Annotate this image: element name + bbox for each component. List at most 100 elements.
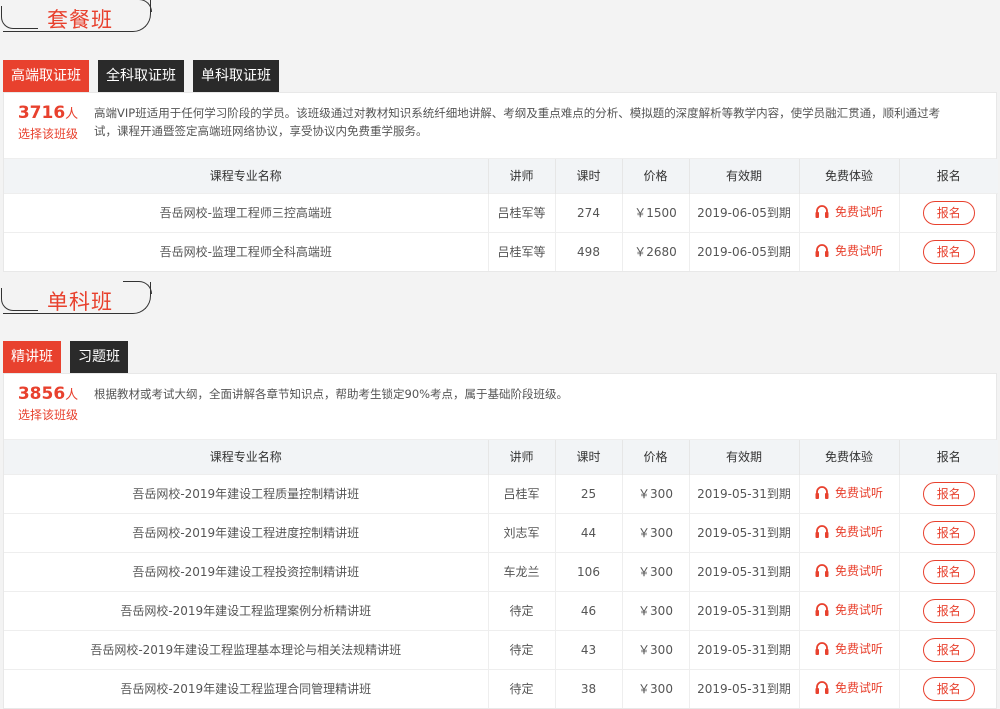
course-table-body: 吾岳网校-2019年建设工程质量控制精讲班 吕桂军 25 ￥300 2019-0…	[4, 473, 998, 708]
enroll-cell: 报名	[899, 629, 998, 669]
headphones-icon	[815, 563, 829, 578]
free-trial-link[interactable]: 免费试听	[815, 203, 883, 220]
header-enroll: 报名	[899, 159, 998, 193]
free-trial-link[interactable]: 免费试听	[815, 679, 883, 696]
trial-cell: 免费试听	[799, 668, 900, 708]
header-free-trial: 免费体验	[799, 159, 900, 193]
teacher: 吕桂军等	[488, 231, 556, 271]
header-hours: 课时	[555, 159, 623, 193]
course-name: 吾岳网校-2019年建设工程投资控制精讲班	[4, 551, 489, 591]
hours: 46	[555, 590, 623, 630]
header-free-trial: 免费体验	[799, 440, 900, 474]
trial-cell: 免费试听	[799, 473, 900, 513]
count-unit: 人	[65, 388, 79, 403]
table-row: 吾岳网校-监理工程师全科高端班 吕桂军等 498 ￥2680 2019-06-0…	[4, 231, 998, 271]
header-teacher: 讲师	[488, 440, 556, 474]
single-panel: 3856人 选择该班级 根据教材或考试大纲，全面讲解各章节知识点，帮助考生锁定9…	[3, 373, 998, 709]
enroll-button[interactable]: 报名	[922, 200, 975, 225]
hours: 43	[555, 629, 623, 669]
header-hours: 课时	[555, 440, 623, 474]
free-trial-link[interactable]: 免费试听	[815, 562, 883, 579]
count-label: 选择该班级	[17, 127, 78, 141]
headphones-icon	[815, 485, 829, 500]
validity: 2019-05-31到期	[689, 551, 800, 591]
enroll-button[interactable]: 报名	[922, 239, 975, 264]
tab-high-end[interactable]: 高端取证班	[3, 60, 89, 92]
validity: 2019-05-31到期	[689, 668, 800, 708]
enroll-button[interactable]: 报名	[922, 637, 975, 662]
table-header-row: 课程专业名称 讲师 课时 价格 有效期 免费体验 报名	[4, 440, 998, 474]
enroll-button[interactable]: 报名	[922, 481, 975, 506]
course-name: 吾岳网校-2019年建设工程质量控制精讲班	[4, 473, 489, 513]
hours: 38	[555, 668, 623, 708]
table-header-row: 课程专业名称 讲师 课时 价格 有效期 免费体验 报名	[4, 159, 998, 193]
header-enroll: 报名	[899, 440, 998, 474]
free-trial-label: 免费试听	[834, 603, 883, 617]
teacher: 刘志军	[488, 512, 556, 552]
headphones-icon	[815, 524, 829, 539]
teacher: 吕桂军	[488, 473, 556, 513]
enroll-button[interactable]: 报名	[922, 598, 975, 623]
section-title-text: 单科班	[47, 290, 113, 314]
tab-lecture[interactable]: 精讲班	[3, 341, 61, 373]
enroll-cell: 报名	[899, 590, 998, 630]
free-trial-link[interactable]: 免费试听	[815, 242, 883, 259]
enroll-button[interactable]: 报名	[922, 520, 975, 545]
hours: 106	[555, 551, 623, 591]
tab-exercise[interactable]: 习题班	[70, 341, 128, 373]
free-trial-link[interactable]: 免费试听	[815, 523, 883, 540]
class-description: 高端VIP班适用于任何学习阶段的学员。该班级通过对教材知识系统纤细地讲解、考纲及…	[94, 106, 941, 138]
validity: 2019-05-31到期	[689, 590, 800, 630]
free-trial-label: 免费试听	[834, 205, 883, 219]
price: ￥2680	[622, 231, 690, 271]
validity: 2019-05-31到期	[689, 512, 800, 552]
free-trial-label: 免费试听	[834, 564, 883, 578]
enroll-cell: 报名	[899, 231, 998, 271]
teacher: 车龙兰	[488, 551, 556, 591]
header-course-name: 课程专业名称	[4, 159, 489, 193]
free-trial-label: 免费试听	[834, 244, 883, 259]
hours: 498	[555, 231, 623, 271]
free-trial-label: 免费试听	[834, 681, 883, 696]
enroll-button[interactable]: 报名	[922, 559, 975, 584]
price: ￥300	[622, 512, 690, 552]
hours: 25	[555, 473, 623, 513]
enroll-cell: 报名	[899, 668, 998, 708]
free-trial-label: 免费试听	[834, 525, 883, 539]
course-name: 吾岳网校-2019年建设工程监理基本理论与相关法规精讲班	[4, 629, 489, 669]
price: ￥300	[622, 551, 690, 591]
table-row: 吾岳网校-2019年建设工程投资控制精讲班 车龙兰 106 ￥300 2019-…	[4, 551, 998, 591]
tab-full-subject[interactable]: 全科取证班	[98, 60, 184, 92]
tab-single-subject[interactable]: 单科取证班	[193, 60, 279, 92]
section-title-single: 单科班	[1, 281, 152, 314]
header-validity: 有效期	[689, 159, 800, 193]
headphones-icon	[815, 243, 829, 258]
course-table: 课程专业名称 讲师 课时 价格 有效期 免费体验 报名 吾岳网校-2019年建设…	[4, 440, 998, 708]
course-table: 课程专业名称 讲师 课时 价格 有效期 免费体验 报名 吾岳网校-监理工程师三控…	[4, 159, 998, 271]
table-row: 吾岳网校-2019年建设工程监理案例分析精讲班 待定 46 ￥300 2019-…	[4, 590, 998, 630]
hours: 44	[555, 512, 623, 552]
table-row: 吾岳网校-2019年建设工程质量控制精讲班 吕桂军 25 ￥300 2019-0…	[4, 473, 998, 513]
free-trial-link[interactable]: 免费试听	[815, 484, 883, 501]
enroll-cell: 报名	[899, 473, 998, 513]
validity: 2019-05-31到期	[689, 629, 800, 669]
header-price: 价格	[622, 440, 690, 474]
validity: 2019-06-05到期	[689, 231, 800, 271]
enroll-button[interactable]: 报名	[922, 676, 975, 701]
package-tabs: 高端取证班 全科取证班 单科取证班	[3, 60, 288, 92]
free-trial-link[interactable]: 免费试听	[815, 640, 883, 657]
class-intro: 3856人 选择该班级 根据教材或考试大纲，全面讲解各章节知识点，帮助考生锁定9…	[4, 374, 996, 440]
trial-cell: 免费试听	[799, 192, 900, 232]
table-row: 吾岳网校-2019年建设工程进度控制精讲班 刘志军 44 ￥300 2019-0…	[4, 512, 998, 552]
free-trial-label: 免费试听	[834, 486, 883, 500]
course-name: 吾岳网校-监理工程师三控高端班	[4, 192, 489, 232]
validity: 2019-05-31到期	[689, 473, 800, 513]
headphones-icon	[815, 641, 829, 656]
headphones-icon	[815, 680, 829, 695]
enroll-cell: 报名	[899, 192, 998, 232]
free-trial-link[interactable]: 免费试听	[815, 601, 883, 618]
table-row: 吾岳网校-2019年建设工程监理基本理论与相关法规精讲班 待定 43 ￥300 …	[4, 629, 998, 669]
enrollment-count: 3856人 选择该班级	[4, 384, 92, 423]
header-teacher: 讲师	[488, 159, 556, 193]
single-tabs: 精讲班 习题班	[3, 341, 137, 373]
